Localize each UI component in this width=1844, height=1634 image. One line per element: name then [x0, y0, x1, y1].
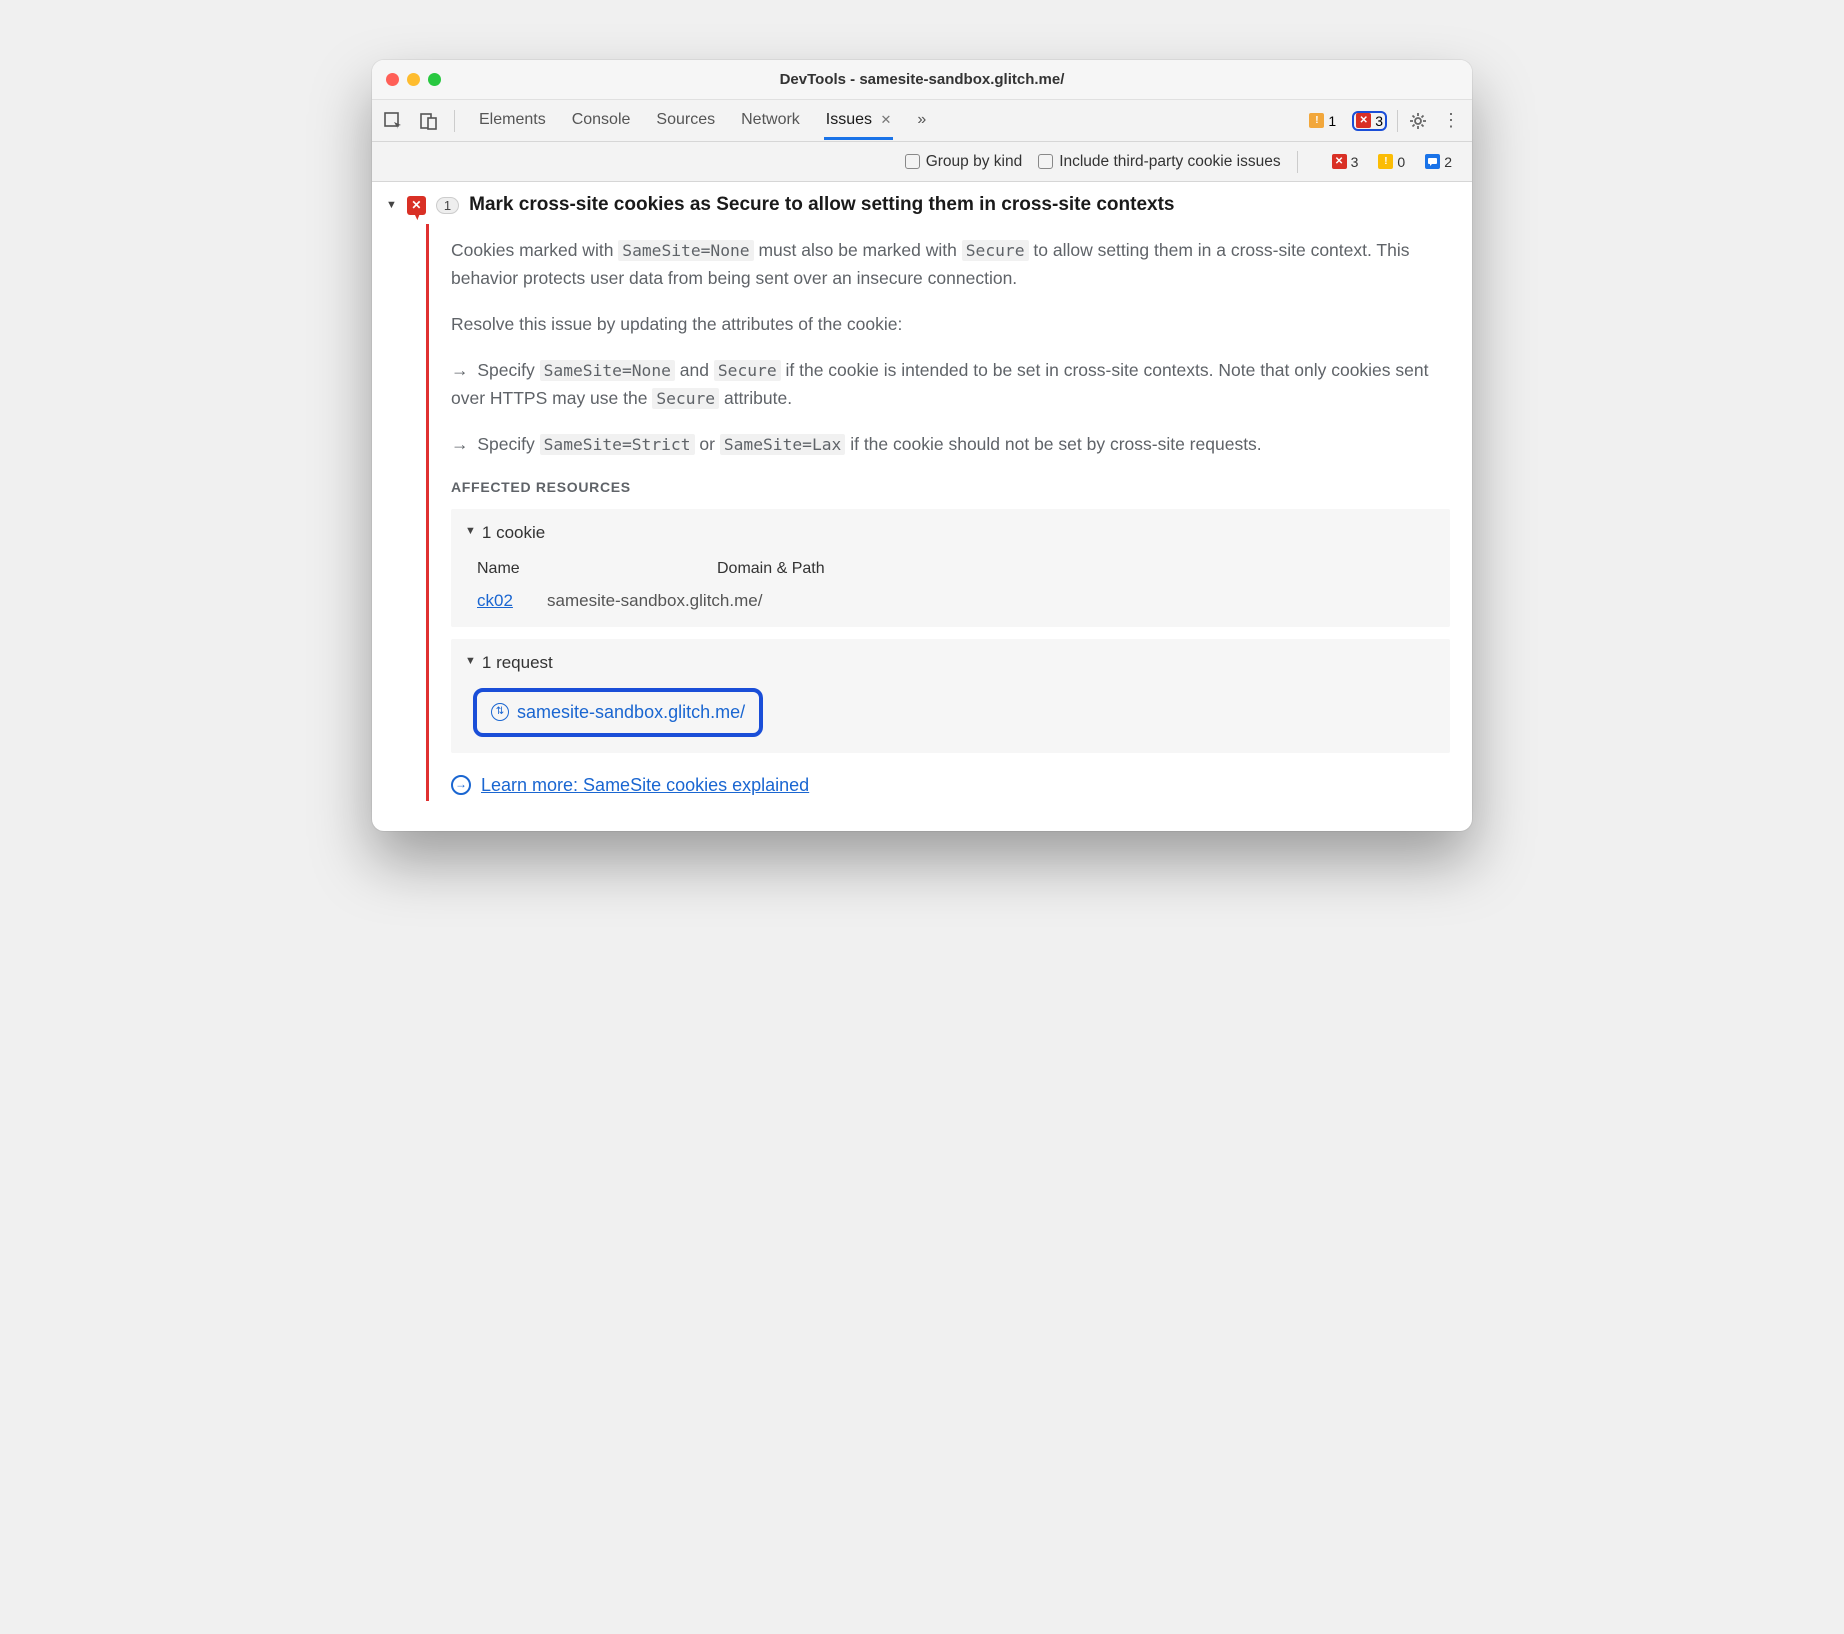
request-url: samesite-sandbox.glitch.me/	[517, 698, 745, 727]
cookie-table-header: Name Domain & Path	[465, 552, 1436, 586]
tab-network[interactable]: Network	[739, 102, 802, 140]
requests-section-header[interactable]: ▼ 1 request	[465, 649, 1436, 676]
cookie-domain-value: samesite-sandbox.glitch.me/	[547, 587, 762, 614]
device-toggle-icon[interactable]	[418, 110, 440, 132]
cookie-row: ck02 samesite-sandbox.glitch.me/	[465, 585, 1436, 616]
more-options-icon[interactable]: ⋮	[1440, 110, 1462, 131]
learn-more-link[interactable]: → Learn more: SameSite cookies explained	[451, 771, 1450, 800]
message-icon	[1425, 154, 1440, 169]
warn-count-badge[interactable]: ! 0	[1372, 153, 1411, 171]
zoom-window-button[interactable]	[428, 73, 441, 86]
issue-header[interactable]: ▼ ✕ 1 Mark cross-site cookies as Secure …	[386, 194, 1458, 216]
col-name: Name	[477, 556, 657, 582]
affected-cookies-block: ▼ 1 cookie Name Domain & Path ck02 sames…	[451, 509, 1450, 627]
issues-content: ▼ ✕ 1 Mark cross-site cookies as Secure …	[372, 182, 1472, 831]
tab-issues-label: Issues	[826, 111, 872, 128]
error-badge-highlighted[interactable]: ✕ 3	[1352, 111, 1387, 131]
inspect-element-icon[interactable]	[382, 110, 404, 132]
issue-body: Cookies marked with SameSite=None must a…	[426, 224, 1458, 801]
info-icon: !	[1378, 154, 1393, 169]
arrow-icon: →	[451, 434, 469, 454]
arrow-icon: →	[451, 360, 469, 380]
cookies-section-header[interactable]: ▼ 1 cookie	[465, 519, 1436, 546]
warning-icon: !	[1309, 113, 1324, 128]
issue-severity-error-icon: ✕	[407, 196, 426, 215]
cookie-name-link[interactable]: ck02	[477, 591, 513, 610]
affected-requests-block: ▼ 1 request ⇅ samesite-sandbox.glitch.me…	[451, 639, 1450, 753]
warning-count: 1	[1328, 113, 1336, 129]
checkbox-icon	[905, 154, 920, 169]
issue-description: Cookies marked with SameSite=None must a…	[451, 236, 1450, 292]
error-icon: ✕	[1332, 154, 1347, 169]
error-count-badge[interactable]: ✕ 3	[1326, 153, 1365, 171]
expand-icon: ▼	[465, 653, 476, 671]
third-party-checkbox[interactable]: Include third-party cookie issues	[1038, 153, 1280, 171]
issue-count-badge: 1	[436, 197, 459, 214]
warning-badge[interactable]: ! 1	[1303, 112, 1342, 130]
checkbox-icon	[1038, 154, 1053, 169]
col-domain: Domain & Path	[717, 556, 825, 582]
issue-bullet-2: → Specify SameSite=Strict or SameSite=La…	[451, 430, 1450, 458]
request-icon: ⇅	[491, 703, 509, 721]
minimize-window-button[interactable]	[407, 73, 420, 86]
close-window-button[interactable]	[386, 73, 399, 86]
expand-icon: ▼	[465, 523, 476, 541]
request-link-highlighted[interactable]: ⇅ samesite-sandbox.glitch.me/	[473, 688, 763, 737]
titlebar: DevTools - samesite-sandbox.glitch.me/	[372, 60, 1472, 100]
affected-resources-label: AFFECTED RESOURCES	[451, 476, 1450, 498]
toolbar-right: ! 1 ✕ 3 ⋮	[1303, 110, 1462, 132]
main-toolbar: Elements Console Sources Network Issues …	[372, 100, 1472, 142]
issue-bullet-1: → Specify SameSite=None and Secure if th…	[451, 356, 1450, 412]
code-secure: Secure	[962, 240, 1029, 261]
settings-icon[interactable]	[1408, 111, 1430, 131]
error-count: 3	[1375, 113, 1383, 129]
issue-title: Mark cross-site cookies as Secure to all…	[469, 194, 1174, 216]
group-by-kind-checkbox[interactable]: Group by kind	[905, 153, 1023, 171]
tab-console[interactable]: Console	[570, 102, 633, 140]
window-controls	[386, 73, 441, 86]
tab-elements[interactable]: Elements	[477, 102, 548, 140]
close-tab-icon[interactable]: ✕	[881, 112, 892, 127]
window-title: DevTools - samesite-sandbox.glitch.me/	[372, 71, 1472, 88]
more-tabs-icon[interactable]: »	[915, 102, 928, 140]
group-by-kind-label: Group by kind	[926, 153, 1023, 171]
issue-resolve-intro: Resolve this issue by updating the attri…	[451, 310, 1450, 338]
learn-more-text: Learn more: SameSite cookies explained	[481, 771, 809, 800]
panel-tabs: Elements Console Sources Network Issues …	[477, 102, 1289, 140]
tab-issues[interactable]: Issues ✕	[824, 102, 894, 140]
issue-counts: ✕ 3 ! 0 2	[1326, 153, 1458, 171]
third-party-label: Include third-party cookie issues	[1059, 153, 1280, 171]
tab-sources[interactable]: Sources	[654, 102, 717, 140]
error-icon: ✕	[1356, 113, 1371, 128]
issues-subtoolbar: Group by kind Include third-party cookie…	[372, 142, 1472, 182]
expand-icon[interactable]: ▼	[386, 199, 397, 211]
devtools-window: DevTools - samesite-sandbox.glitch.me/ E…	[372, 60, 1472, 831]
external-link-icon: →	[451, 775, 471, 795]
code-samesite-none: SameSite=None	[618, 240, 753, 261]
message-count-badge[interactable]: 2	[1419, 153, 1458, 171]
